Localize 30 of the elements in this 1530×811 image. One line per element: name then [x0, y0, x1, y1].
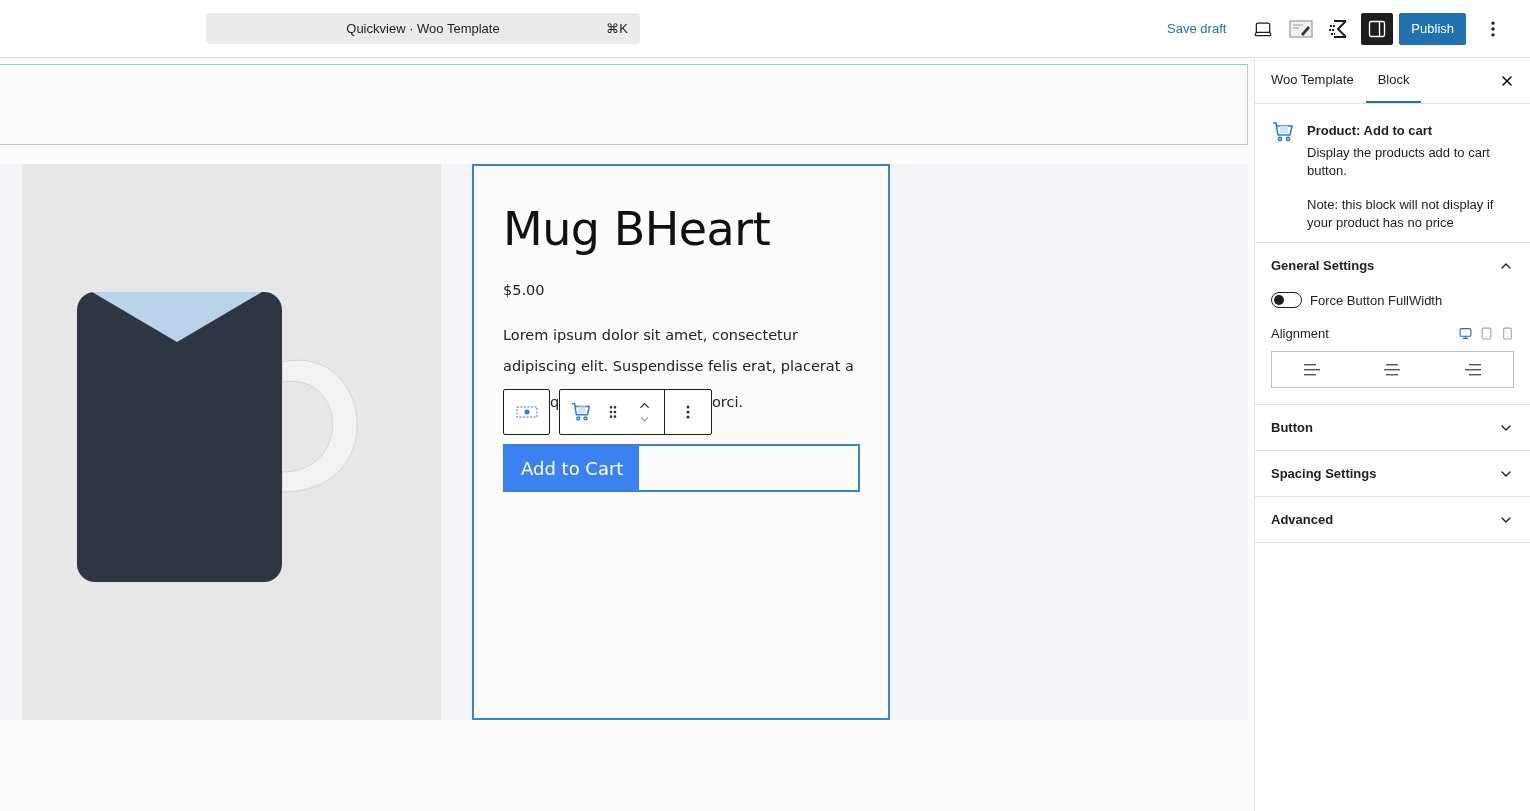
command-bar[interactable]: Quickview · Woo Template ⌘K: [206, 13, 640, 44]
panel-header[interactable]: Advanced: [1255, 497, 1530, 542]
shortcut-text: ⌘K: [606, 21, 628, 36]
block-parent-button[interactable]: [503, 389, 550, 435]
sidebar-tab[interactable]: Woo Template: [1259, 58, 1366, 103]
block-description: Display the products add to cart button.: [1307, 144, 1491, 180]
save-draft-link[interactable]: Save draft: [1157, 21, 1237, 36]
cart-icon: [1271, 120, 1295, 144]
description-line: adipiscing elit. Suspendisse felis erat, placerat a: [503, 357, 855, 376]
panel-header[interactable]: Button: [1255, 405, 1530, 450]
add-to-cart-button[interactable]: Add to Cart: [505, 446, 640, 490]
desktop-icon[interactable]: [1459, 327, 1472, 340]
sidebar-toggle-icon[interactable]: [1361, 12, 1394, 45]
panel-header[interactable]: General Settings: [1255, 243, 1530, 288]
product-price: $5.00: [503, 282, 546, 298]
alignment-label: Alignment: [1271, 326, 1329, 341]
product-title: Mug BHeart: [503, 202, 772, 256]
block-note: Note: this block will not display if your product has no price: [1307, 196, 1495, 232]
sidebar-tab[interactable]: Block: [1365, 58, 1422, 103]
description-fragment: orci.: [712, 393, 744, 412]
more-options-icon: [686, 405, 690, 419]
cart-icon: [570, 401, 592, 423]
block-icon: [515, 406, 538, 418]
publish-button[interactable]: Publish: [1399, 12, 1466, 45]
block-title: Product: Add to cart: [1307, 123, 1434, 138]
toggle-label: Force Button FullWidth: [1310, 292, 1443, 308]
panel-header[interactable]: Spacing Settings: [1255, 451, 1530, 496]
toggle-switch[interactable]: [1271, 292, 1302, 308]
description-fragment: q: [550, 393, 559, 412]
description-line: Lorem ipsum dolor sit amet, consectetur: [503, 326, 799, 345]
